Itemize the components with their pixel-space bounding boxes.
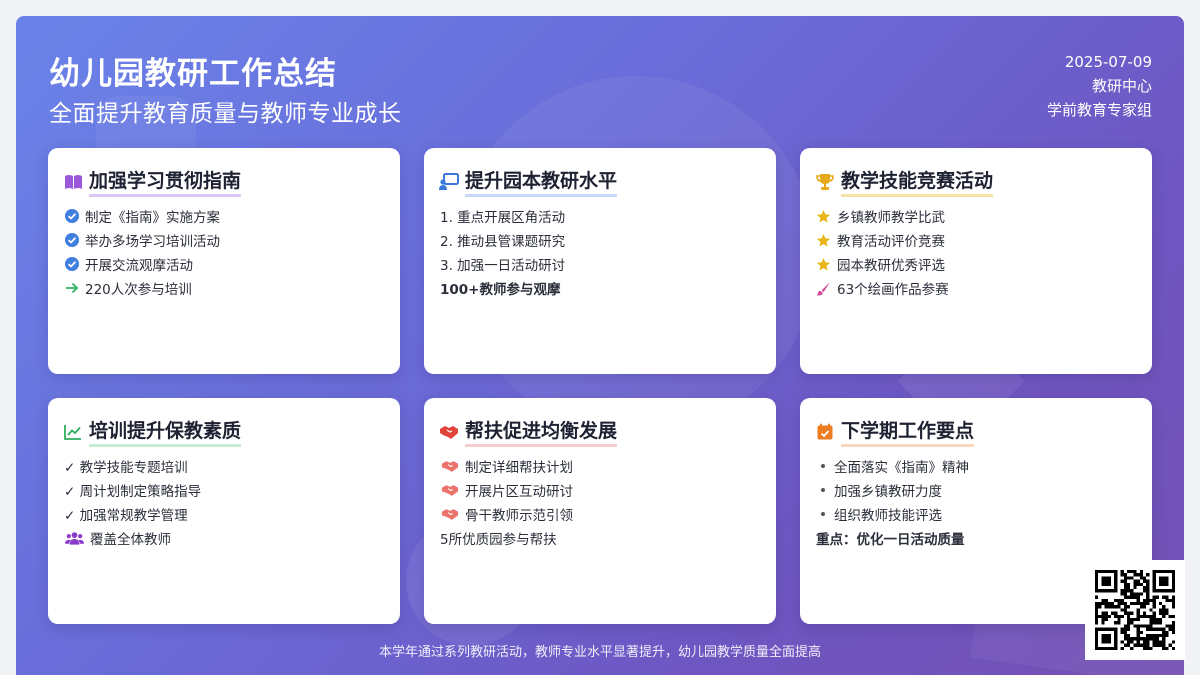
card-title: 提升园本教研水平 (465, 166, 618, 197)
org-label: 教研中心 (1091, 77, 1152, 95)
list-item-highlight: 100+教师参与观摩 (440, 282, 561, 298)
list-item: 组织教师技能评选 (816, 502, 969, 526)
check-circle-icon (64, 209, 79, 224)
card-training: 培训提升保教素质 ✓ 教学技能专题培训 ✓ 周计划制定策略指导 ✓ 加强常规教学… (48, 398, 400, 624)
handshake-icon (440, 483, 459, 498)
bullet-dot-icon (816, 507, 830, 522)
calendar-icon (815, 422, 835, 442)
check-circle-icon (64, 257, 79, 272)
card-list: 制定详细帮扶计划 开展片区互动研讨 骨干教师示范引领 5所优质园参与帮扶 (440, 454, 573, 550)
handshake-icon (440, 507, 459, 522)
date-label: 2025-07-09 (1064, 53, 1152, 71)
handshake-icon (440, 459, 459, 474)
list-item: ✓ 教学技能专题培训 (64, 460, 188, 476)
card-header: 教学技能竞赛活动 (815, 166, 994, 197)
qr-code[interactable] (1085, 560, 1185, 660)
card-title: 下学期工作要点 (841, 416, 975, 447)
team-label: 学前教育专家组 (1046, 101, 1152, 119)
arrow-right-icon (64, 281, 79, 296)
card-list: ✓ 教学技能专题培训 ✓ 周计划制定策略指导 ✓ 加强常规教学管理 覆盖全体教师 (64, 454, 201, 550)
list-item: 开展片区互动研讨 (440, 478, 573, 502)
card-title: 帮扶促进均衡发展 (465, 416, 618, 447)
list-item: 加强乡镇教研力度 (816, 478, 969, 502)
card-list: 乡镇教师教学比武 教育活动评价竞赛 园本教研优秀评选 63个绘画作品参赛 (816, 204, 949, 300)
book-icon (63, 172, 83, 192)
bullet-dot-icon (816, 459, 830, 474)
list-item-highlight: 5所优质园参与帮扶 (440, 532, 557, 548)
card-header: 下学期工作要点 (815, 416, 975, 447)
list-item: 教育活动评价竞赛 (816, 228, 949, 252)
list-item: 开展交流观摩活动 (64, 252, 220, 276)
list-item: 制定《指南》实施方案 (64, 204, 220, 228)
card-support: 帮扶促进均衡发展 制定详细帮扶计划 开展片区互动研讨 骨干教师示范引领 5所优质… (424, 398, 776, 624)
list-item: ✓ 周计划制定策略指导 (64, 484, 202, 500)
footer-summary: 本学年通过系列教研活动，教师专业水平显著提升，幼儿园教学质量全面提高 (378, 645, 821, 660)
star-icon (816, 257, 831, 272)
list-item: 全面落实《指南》精神 (816, 454, 969, 478)
star-icon (816, 233, 831, 248)
star-icon (816, 209, 831, 224)
list-item-highlight: 重点：优化一日活动质量 (816, 532, 965, 548)
check-circle-icon (64, 233, 79, 248)
list-item: 3. 加强一日活动研讨 (440, 258, 566, 274)
card-skill-contest: 教学技能竞赛活动 乡镇教师教学比武 教育活动评价竞赛 园本教研优秀评选 63个绘… (800, 148, 1152, 374)
card-header: 帮扶促进均衡发展 (439, 416, 618, 447)
card-header: 加强学习贯彻指南 (63, 166, 242, 197)
trophy-icon (815, 172, 835, 192)
list-item: 1. 重点开展区角活动 (440, 210, 566, 226)
teacher-board-icon (439, 172, 459, 192)
card-title: 培训提升保教素质 (89, 416, 242, 447)
card-header: 提升园本教研水平 (439, 166, 618, 197)
card-list: 1. 重点开展区角活动 2. 推动县管课题研究 3. 加强一日活动研讨 100+… (440, 204, 565, 300)
list-item-highlight: 63个绘画作品参赛 (816, 276, 949, 300)
card-study-guide: 加强学习贯彻指南 制定《指南》实施方案 举办多场学习培训活动 开展交流观摩活动 … (48, 148, 400, 374)
poster-frame: 幼儿园教研工作总结 全面提升教育质量与教师专业成长 2025-07-09 教研中… (16, 16, 1184, 675)
card-school-research: 提升园本教研水平 1. 重点开展区角活动 2. 推动县管课题研究 3. 加强一日… (424, 148, 776, 374)
list-item: 举办多场学习培训活动 (64, 228, 220, 252)
page-title: 幼儿园教研工作总结 (49, 56, 337, 92)
list-item: 制定详细帮扶计划 (440, 454, 573, 478)
card-list: 全面落实《指南》精神 加强乡镇教研力度 组织教师技能评选 重点：优化一日活动质量 (816, 454, 969, 550)
chart-line-icon (63, 422, 83, 442)
header-meta: 2025-07-09 教研中心 学前教育专家组 (1047, 50, 1152, 122)
card-title: 教学技能竞赛活动 (841, 166, 994, 197)
list-item: ✓ 加强常规教学管理 (64, 508, 188, 524)
users-icon (64, 531, 84, 546)
card-list: 制定《指南》实施方案 举办多场学习培训活动 开展交流观摩活动 220人次参与培训 (64, 204, 220, 300)
paint-brush-icon (816, 281, 831, 296)
list-item: 2. 推动县管课题研究 (440, 234, 566, 250)
bullet-dot-icon (816, 483, 830, 498)
page-subtitle: 全面提升教育质量与教师专业成长 (49, 101, 402, 127)
card-header: 培训提升保教素质 (63, 416, 242, 447)
handshake-icon (439, 422, 459, 442)
card-title: 加强学习贯彻指南 (89, 166, 242, 197)
list-item: 220人次参与培训 (64, 276, 220, 300)
qr-code-image (1095, 570, 1175, 650)
list-item: 骨干教师示范引领 (440, 502, 573, 526)
list-item-highlight: 覆盖全体教师 (64, 526, 201, 550)
list-item: 乡镇教师教学比武 (816, 204, 949, 228)
list-item: 园本教研优秀评选 (816, 252, 949, 276)
